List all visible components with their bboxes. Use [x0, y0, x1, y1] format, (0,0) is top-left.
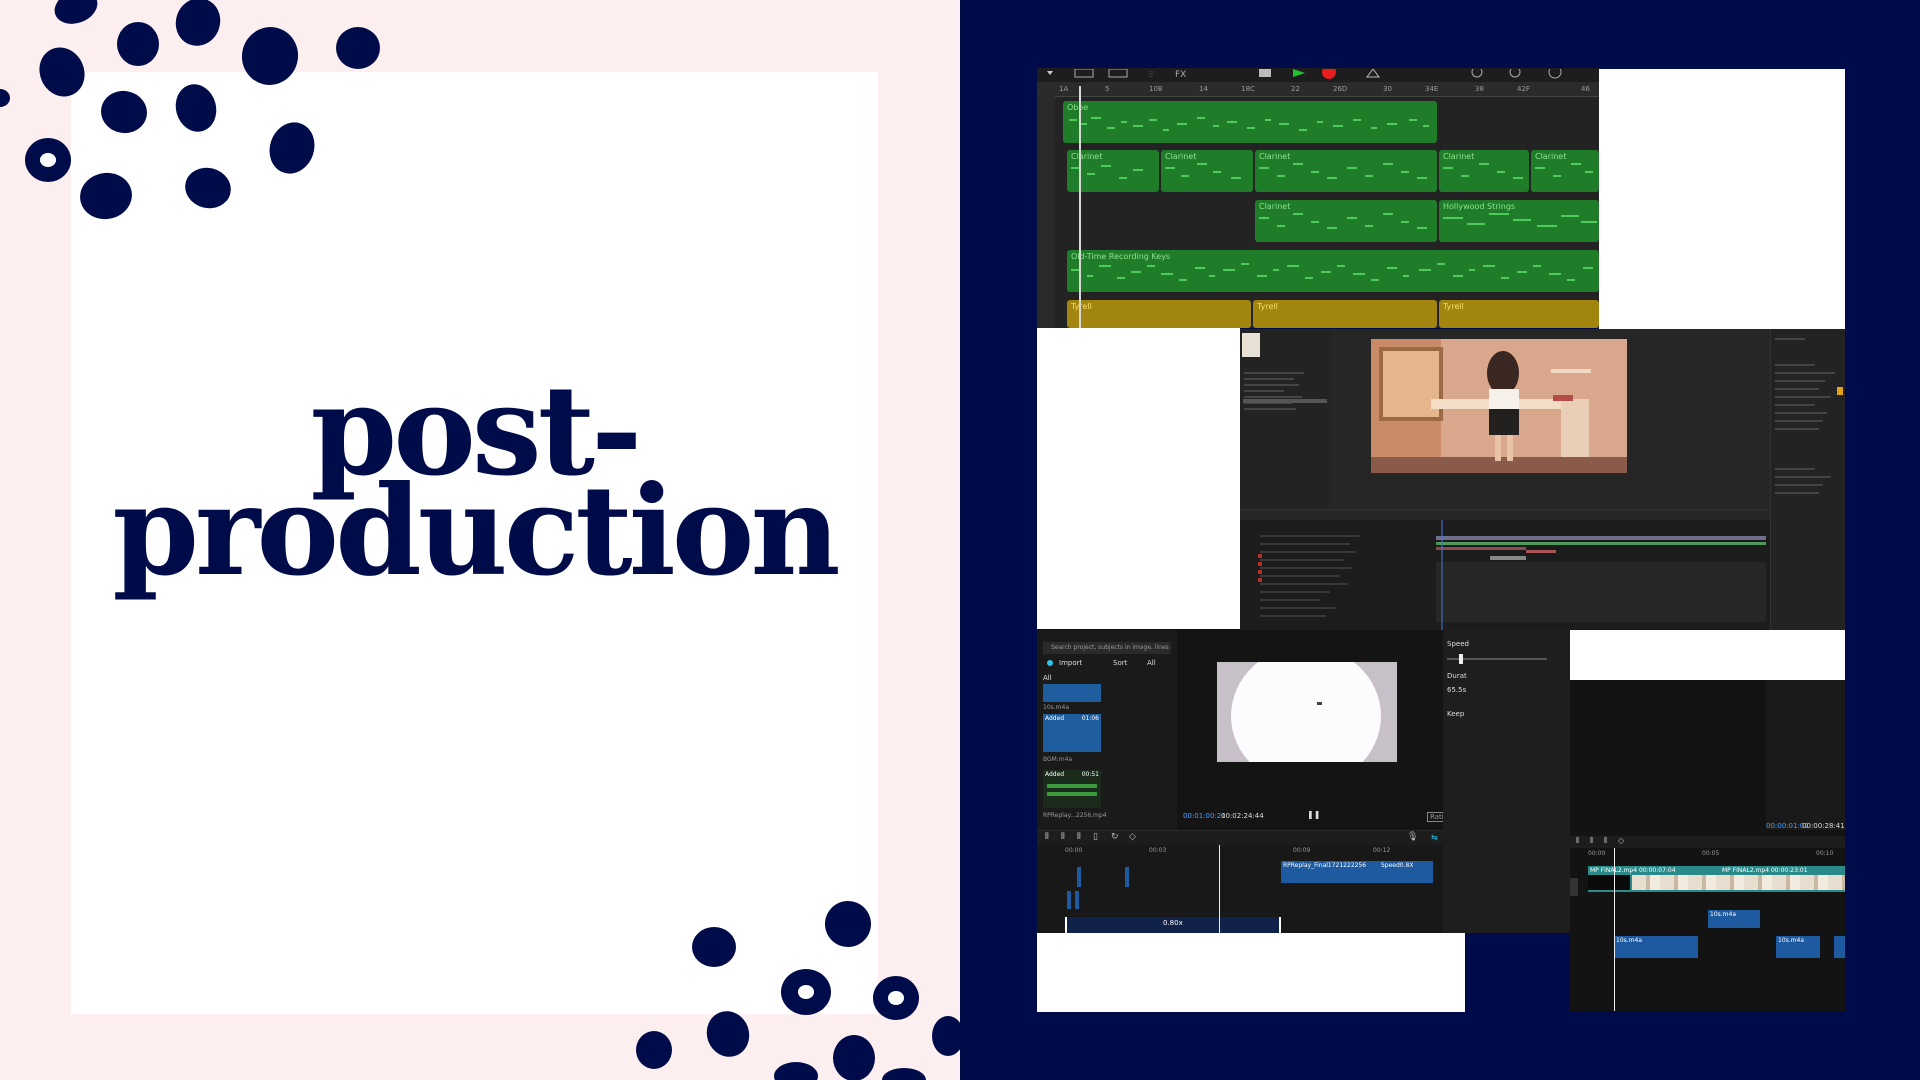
timeline-toolbar: ⫴ ⫴ ⫴ ▯ ↻ ◇ 🎙 ⇆ ⇔ — [1037, 831, 1465, 845]
filter-button[interactable]: All — [1147, 659, 1156, 667]
timeline: ⫴ ⫴ ⫴ ▯ ↻ ◇ 🎙 ⇆ ⇔ 00:00 00:03 00:09 00:1… — [1037, 830, 1465, 933]
speed-slider[interactable] — [1447, 654, 1547, 664]
sort-button[interactable]: Sort — [1113, 659, 1127, 667]
duration-value: 65.5s — [1447, 686, 1467, 694]
composition-viewer — [1330, 329, 1770, 509]
white-block-mid-left — [1037, 327, 1240, 629]
slider-thumb[interactable] — [1459, 654, 1463, 664]
project-panel — [1240, 329, 1331, 509]
compositing-screenshot — [1240, 329, 1845, 630]
split-icon[interactable]: ⫴ — [1576, 836, 1579, 846]
dot-decoration — [0, 0, 960, 1080]
thumbnail — [1242, 333, 1260, 357]
search-input[interactable]: Search project, subjects in image, lines — [1043, 642, 1171, 654]
left-panel: post- production — [0, 0, 960, 1080]
marker-icon[interactable]: ◇ — [1618, 836, 1624, 845]
playhead[interactable] — [1219, 845, 1220, 933]
trim-icon[interactable]: ⫴ — [1590, 836, 1593, 846]
preview-panel: 00:01:00:21 00:02:24:44 ❚❚ Ratio ⤢ — [1177, 630, 1465, 830]
media-thumb[interactable]: Added 01:06 — [1043, 714, 1101, 752]
preview-frame — [1217, 662, 1397, 762]
audio-clip[interactable]: 10s.m4a — [1614, 936, 1698, 958]
import-icon — [1047, 660, 1053, 666]
current-time: 00:01:00:21 — [1183, 812, 1226, 820]
media-thumb[interactable]: Added 00:51 — [1043, 770, 1101, 808]
midi-notes — [1069, 117, 1597, 281]
video-track[interactable]: MP FINAL2.mp4 00:00:07:04 MP FINAL2.mp4 … — [1588, 866, 1845, 892]
rotate-icon[interactable]: ↻ — [1111, 832, 1119, 842]
playhead[interactable] — [1614, 848, 1615, 1011]
audio-clip[interactable]: 10s.m4a — [1776, 936, 1820, 958]
speed-label: Speed — [1447, 640, 1469, 648]
mic-icon[interactable]: 🎙 — [1407, 832, 1418, 842]
animation-frame — [1371, 339, 1627, 473]
media-panel: Search project, subjects in image, lines… — [1037, 630, 1178, 830]
playhead[interactable] — [1079, 86, 1081, 328]
daw-screenshot: ⫶⫶ FX 1A 5 10B 14 18C 22 26D 30 34E 38 4… — [1037, 68, 1599, 328]
audio-clip[interactable] — [1834, 936, 1845, 958]
keep-label: Keep — [1447, 710, 1465, 718]
media-thumb[interactable] — [1043, 684, 1101, 702]
white-block-top-right — [1599, 69, 1845, 329]
section-label: All — [1043, 674, 1052, 682]
timeline-toolbar: ⫴ ⫴ ⫴ ◇ — [1570, 836, 1845, 848]
audio-clip[interactable]: 10s.m4a — [1708, 910, 1760, 928]
duration-label: Durat — [1447, 672, 1467, 680]
trim-right-icon[interactable]: ⫴ — [1077, 832, 1081, 842]
split-icon[interactable]: ⫴ — [1045, 832, 1049, 842]
speed-panel: Speed Durat 65.5s Keep — [1443, 630, 1570, 933]
import-button[interactable]: Import — [1059, 659, 1082, 667]
link-icon[interactable]: ⇆ — [1431, 833, 1438, 842]
timeline-panel — [1240, 509, 1770, 630]
video-clip[interactable]: RPReplay_Final1721222256 Speed0.8X — [1281, 861, 1433, 883]
trim-left-icon[interactable]: ⫴ — [1061, 832, 1065, 842]
total-time: 00:00:28:41 — [1802, 822, 1845, 830]
white-block-bottom-left — [1037, 933, 1465, 1012]
total-time: 00:02:24:44 — [1221, 812, 1264, 820]
screenshot-collage: ⫶⫶ FX 1A 5 10B 14 18C 22 26D 30 34E 38 4… — [1037, 68, 1845, 1012]
video-editor-screenshot-2: 00:00:01:02 00:00:28:41 ⫴ ⫴ ⫴ ◇ 00:00 00… — [1570, 680, 1845, 1011]
white-block-mid-right — [1570, 630, 1845, 680]
delete-icon[interactable]: ▯ — [1093, 832, 1098, 842]
video-editor-screenshot: Search project, subjects in image, lines… — [1037, 630, 1465, 933]
speed-bar[interactable]: 0.80x — [1065, 917, 1281, 933]
pause-icon[interactable]: ❚❚ — [1307, 810, 1320, 819]
properties-panel — [1770, 329, 1845, 630]
marker-icon[interactable]: ◇ — [1129, 832, 1136, 842]
delete-icon[interactable]: ⫴ — [1604, 836, 1607, 846]
